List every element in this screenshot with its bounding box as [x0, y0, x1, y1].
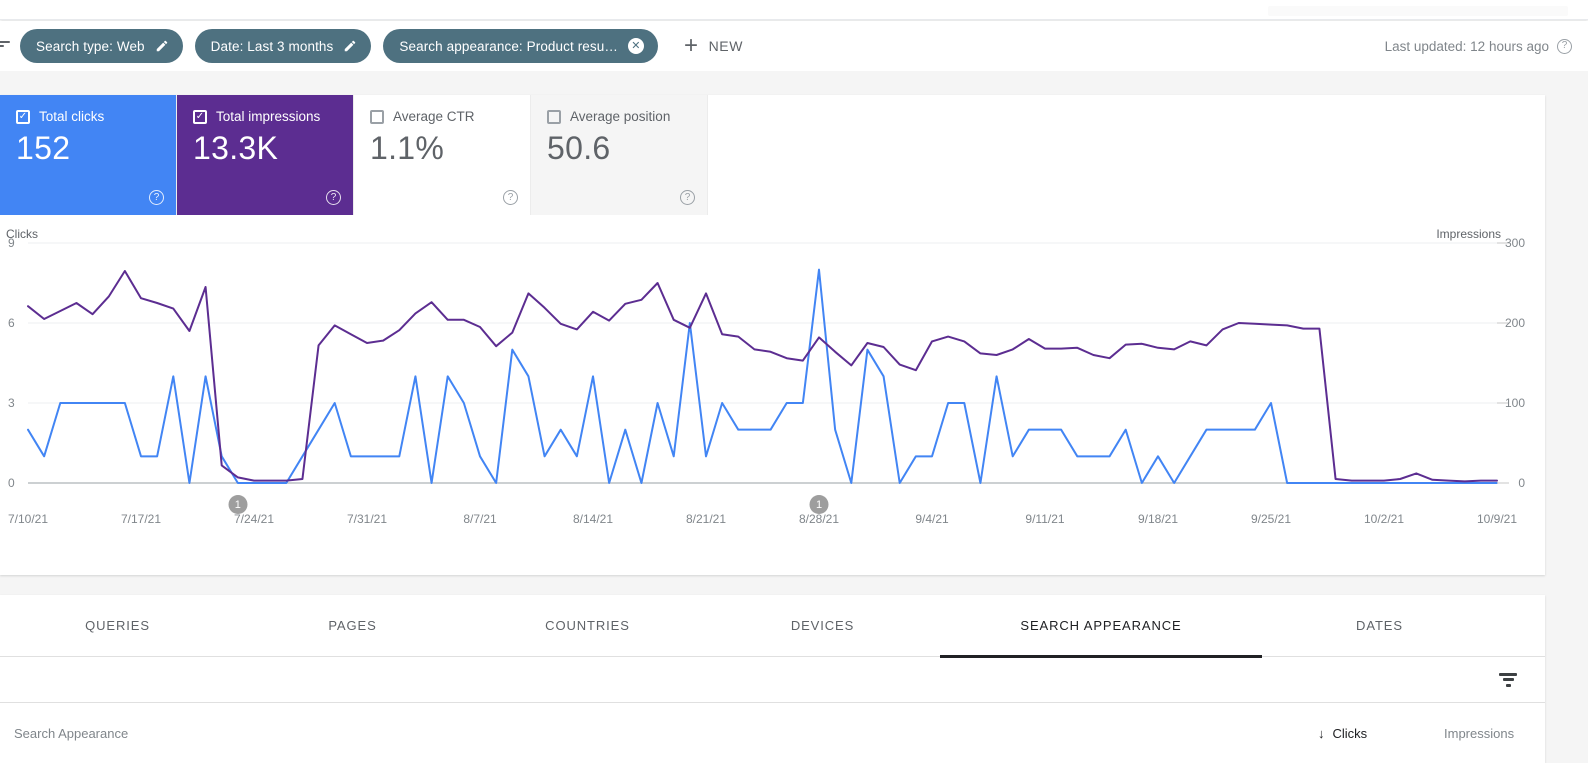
tab-label: DEVICES [790, 617, 855, 633]
metric-label: Total clicks [39, 109, 105, 124]
chart-annotation-marker[interactable]: 1 [809, 495, 829, 514]
x-tick-label: 8/14/21 [572, 512, 614, 526]
filter-lines-icon[interactable] [0, 21, 10, 71]
search-console-performance-page: Search type: Web Date: Last 3 months Sea… [0, 0, 1588, 763]
column-header-clicks-label: Clicks [1332, 725, 1368, 741]
pencil-icon[interactable] [155, 39, 169, 53]
help-icon[interactable]: ? [503, 190, 518, 205]
tab-label: COUNTRIES [545, 617, 630, 633]
y-tick-left: 3 [8, 396, 15, 410]
y-tick-left: 9 [8, 236, 15, 250]
top-ghost-element [1268, 6, 1568, 16]
chip-label: Date: Last 3 months [210, 38, 334, 54]
tab-dates[interactable]: DATES [1262, 595, 1497, 657]
x-tick-label: 9/25/21 [1250, 512, 1292, 526]
chart-annotation-marker[interactable]: 1 [228, 495, 248, 514]
tab-pages[interactable]: PAGES [235, 595, 470, 657]
help-icon[interactable]: ? [149, 190, 164, 205]
column-header-clicks[interactable]: ↓ Clicks [1318, 726, 1367, 741]
filter-chip-search-appearance[interactable]: Search appearance: Product resu… ✕ [383, 29, 658, 63]
filter-chip-list: Search type: Web Date: Last 3 months Sea… [20, 29, 658, 63]
metric-tile-average-ctr[interactable]: Average CTR 1.1% ? [354, 95, 531, 215]
last-updated-status: Last updated: 12 hours ago ? [1384, 38, 1572, 54]
column-header-search-appearance: Search Appearance [14, 725, 129, 741]
x-tick-label: 8/28/21 [798, 512, 840, 526]
table-header-row: Search Appearance ↓ Clicks Impressions [0, 703, 1545, 763]
filter-export-icon[interactable] [1499, 670, 1517, 689]
y-tick-left: 6 [8, 316, 15, 330]
help-icon[interactable]: ? [1557, 38, 1572, 54]
metric-label: Total impressions [216, 109, 321, 124]
metric-tile-total-impressions[interactable]: ✓ Total impressions 13.3K ? [177, 95, 354, 215]
metric-tiles: ✓ Total clicks 152 ? ✓ Total impressions… [0, 95, 1545, 215]
x-tick-label: 9/4/21 [915, 512, 949, 526]
metric-tile-total-clicks[interactable]: ✓ Total clicks 152 ? [0, 95, 177, 215]
performance-chart-card: ✓ Total clicks 152 ? ✓ Total impressions… [0, 95, 1545, 575]
checkbox-total-clicks[interactable]: ✓ [16, 109, 30, 124]
tab-label: PAGES [328, 617, 377, 633]
column-header-impressions[interactable]: Impressions [1444, 726, 1514, 741]
checkbox-average-position[interactable] [547, 109, 561, 124]
metric-value: 1.1% [370, 130, 445, 166]
metric-value: 13.3K [193, 130, 279, 166]
last-updated-label: Last updated: 12 hours ago [1384, 38, 1549, 54]
y-tick-right: 100 [1504, 396, 1525, 410]
x-tick-label: 8/7/21 [463, 512, 497, 526]
close-icon[interactable]: ✕ [627, 38, 644, 54]
tab-devices[interactable]: DEVICES [705, 595, 940, 657]
checkbox-average-ctr[interactable] [370, 109, 384, 124]
x-tick-label: 7/17/21 [120, 512, 162, 526]
tab-label: DATES [1356, 617, 1403, 633]
y-tick-right: 0 [1518, 476, 1525, 490]
filter-bar: Search type: Web Date: Last 3 months Sea… [0, 21, 1588, 71]
plus-icon: + [683, 32, 699, 59]
chip-label: Search appearance: Product resu… [399, 38, 618, 54]
y-tick-left: 0 [8, 476, 15, 490]
x-tick-label: 7/31/21 [346, 512, 388, 526]
tab-countries[interactable]: COUNTRIES [470, 595, 705, 657]
x-tick-label: 10/2/21 [1363, 512, 1405, 526]
help-icon[interactable]: ? [680, 190, 695, 205]
new-filter-label: NEW [708, 38, 744, 54]
table-toolbar [0, 657, 1545, 703]
metric-value: 50.6 [547, 130, 611, 166]
sort-desc-icon: ↓ [1318, 725, 1325, 741]
y-tick-right: 300 [1504, 236, 1525, 250]
x-tick-label: 7/24/21 [233, 512, 275, 526]
metric-tile-average-position[interactable]: Average position 50.6 ? [531, 95, 708, 215]
metric-label: Average CTR [393, 109, 475, 124]
metric-value: 152 [16, 130, 71, 166]
tab-label: SEARCH APPEARANCE [1020, 617, 1182, 633]
help-icon[interactable]: ? [326, 190, 341, 205]
x-tick-label: 9/18/21 [1137, 512, 1179, 526]
new-filter-button[interactable]: + NEW [684, 34, 743, 58]
x-tick-label: 9/11/21 [1025, 512, 1065, 526]
dimension-tabs: QUERIES PAGES COUNTRIES DEVICES SEARCH APPEA… [0, 595, 1545, 658]
pencil-icon[interactable] [343, 39, 357, 53]
x-tick-label: 10/9/21 [1476, 512, 1518, 526]
filter-chip-search-type[interactable]: Search type: Web [20, 29, 183, 63]
tab-label: QUERIES [85, 617, 150, 633]
y-tick-right: 200 [1504, 316, 1525, 330]
tab-search-appearance[interactable]: SEARCH APPEARANCE [940, 595, 1262, 658]
time-series-plot: Clicks Impressions 0369 0 100 200 300 7/10/… [0, 215, 1545, 575]
plot-svg [27, 242, 1509, 484]
checkbox-total-impressions[interactable]: ✓ [193, 109, 207, 124]
metric-label: Average position [570, 109, 671, 124]
filter-chip-date[interactable]: Date: Last 3 months [194, 29, 372, 63]
chip-label: Search type: Web [36, 38, 145, 54]
dimension-table-card: QUERIES PAGES COUNTRIES DEVICES SEARCH APPEA… [0, 595, 1545, 763]
x-tick-label: 7/10/21 [7, 512, 49, 526]
tab-queries[interactable]: QUERIES [0, 595, 235, 657]
top-shadow-strip [0, 0, 1588, 20]
x-tick-label: 8/21/21 [685, 512, 727, 526]
